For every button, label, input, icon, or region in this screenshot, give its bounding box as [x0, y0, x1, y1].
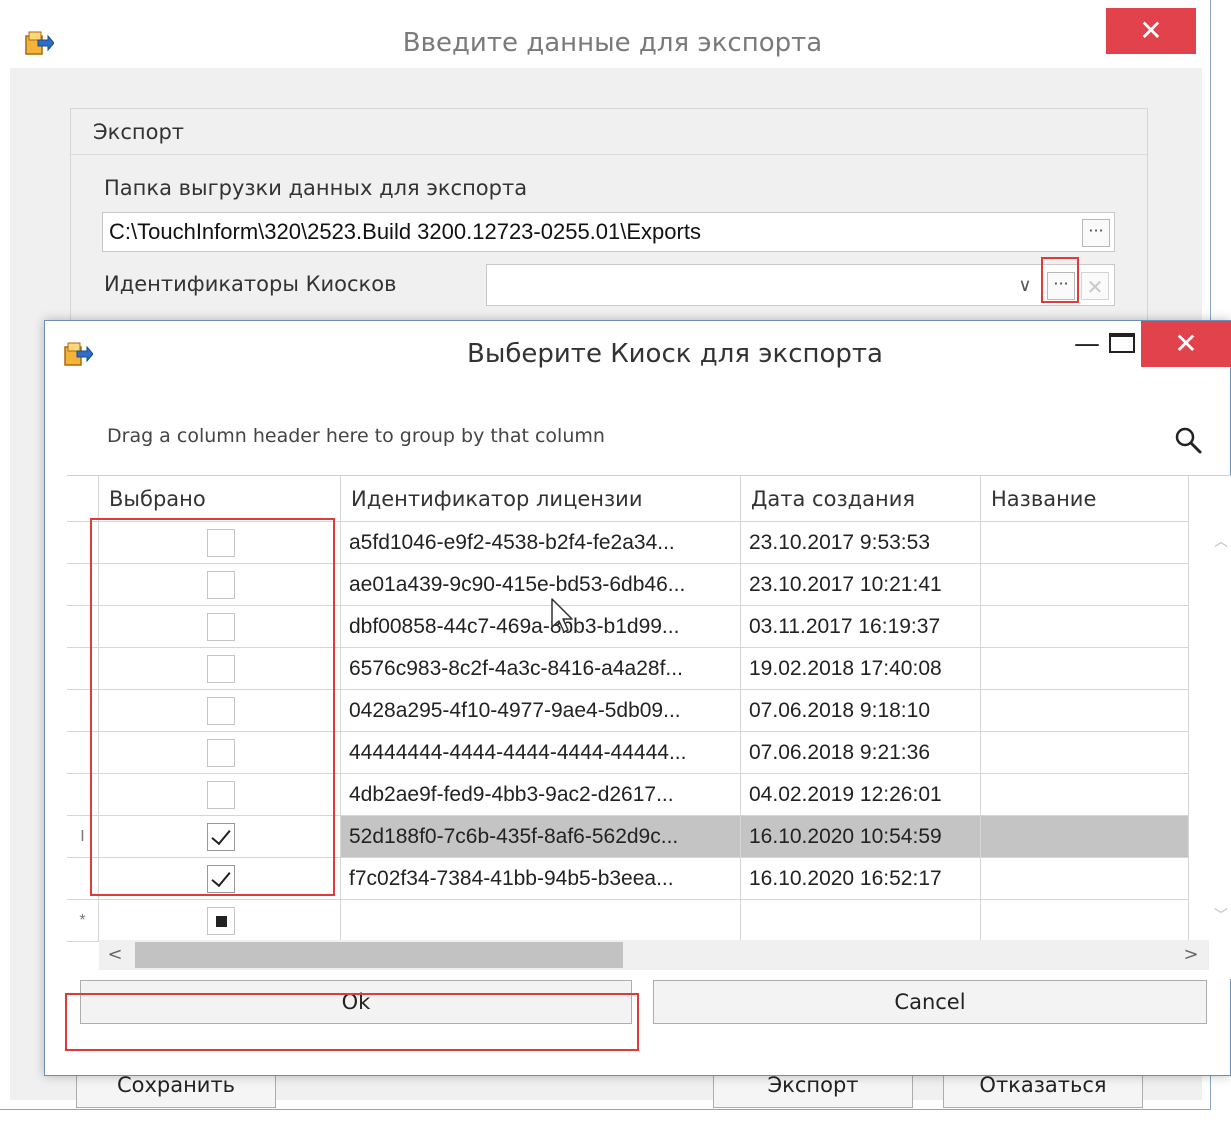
column-header-selected[interactable]: Выбрано	[99, 476, 341, 522]
name-cell[interactable]	[981, 816, 1189, 858]
name-cell[interactable]	[981, 774, 1189, 816]
license-id-cell[interactable]: a5fd1046-e9f2-4538-b2f4-fe2a34...	[341, 522, 741, 564]
name-cell[interactable]	[981, 606, 1189, 648]
license-id-cell[interactable]: 4db2ae9f-fed9-4bb3-9ac2-d2617...	[341, 774, 741, 816]
export-folder-label: Папка выгрузки данных для экспорта	[104, 176, 528, 200]
column-header-license-id[interactable]: Идентификатор лицензии	[341, 476, 741, 522]
scroll-right-icon[interactable]: >	[1179, 940, 1203, 970]
name-cell[interactable]	[981, 732, 1189, 774]
created-date-cell[interactable]: 07.06.2018 9:18:10	[741, 690, 981, 732]
scroll-up-icon[interactable]: ︿	[1211, 532, 1231, 552]
new-row[interactable]: *	[67, 900, 1231, 942]
chevron-down-icon[interactable]: ∨	[1013, 274, 1037, 298]
created-date-cell[interactable]	[741, 900, 981, 942]
export-folder-value: C:\TouchInform\320\2523.Build 3200.12723…	[109, 219, 701, 244]
mouse-cursor-icon	[551, 598, 573, 633]
created-date-cell[interactable]: 19.02.2018 17:40:08	[741, 648, 981, 690]
license-id-cell[interactable]: dbf00858-44c7-469a-8bb3-b1d99...	[341, 606, 741, 648]
license-id-cell[interactable]: 52d188f0-7c6b-435f-8af6-562d9c...	[341, 816, 741, 858]
row-indicator-header	[67, 476, 99, 522]
grid-header-row: Выбрано Идентификатор лицензии Дата созд…	[67, 476, 1231, 522]
created-date-cell[interactable]: 16.10.2020 16:52:17	[741, 858, 981, 900]
name-cell[interactable]	[981, 648, 1189, 690]
license-id-cell[interactable]: f7c02f34-7384-41bb-94b5-b3eea...	[341, 858, 741, 900]
created-date-cell[interactable]: 23.10.2017 10:21:41	[741, 564, 981, 606]
selected-cell[interactable]	[99, 900, 341, 942]
scroll-down-icon[interactable]: ﹀	[1211, 906, 1231, 926]
kiosk-ids-label: Идентификаторы Киосков	[104, 272, 397, 296]
dialog-close-button[interactable]: ✕	[1141, 321, 1231, 367]
column-header-name[interactable]: Название	[981, 476, 1189, 522]
parent-window-title: Введите данные для экспорта	[402, 28, 823, 58]
license-id-cell[interactable]: 44444444-4444-4444-4444-44444...	[341, 732, 741, 774]
search-icon[interactable]	[1173, 425, 1203, 455]
ok-button-highlight	[65, 993, 639, 1051]
kiosk-browse-highlight	[1041, 257, 1079, 303]
name-cell[interactable]	[981, 900, 1189, 942]
created-date-cell[interactable]: 23.10.2017 9:53:53	[741, 522, 981, 564]
license-id-cell[interactable]	[341, 900, 741, 942]
license-id-cell[interactable]: 6576c983-8c2f-4a3c-8416-a4a28f...	[341, 648, 741, 690]
scroll-left-icon[interactable]: <	[103, 940, 127, 970]
license-id-cell[interactable]: 0428a295-4f10-4977-9ae4-5db09...	[341, 690, 741, 732]
new-row-checkbox[interactable]	[207, 907, 235, 935]
license-id-cell[interactable]: ae01a439-9c90-415e-bd53-6db46...	[341, 564, 741, 606]
group-by-panel[interactable]: Drag a column header here to group by th…	[107, 425, 605, 447]
maximize-button[interactable]	[1109, 333, 1135, 353]
created-date-cell[interactable]: 16.10.2020 10:54:59	[741, 816, 981, 858]
horizontal-scrollbar[interactable]: < >	[99, 940, 1209, 970]
column-header-created[interactable]: Дата создания	[741, 476, 981, 522]
name-cell[interactable]	[981, 690, 1189, 732]
minimize-button[interactable]: —	[1067, 329, 1107, 365]
cancel-button[interactable]: Cancel	[653, 980, 1207, 1024]
horizontal-scroll-thumb[interactable]	[135, 942, 623, 968]
app-export-icon	[64, 342, 93, 366]
folder-browse-button[interactable]: ···	[1082, 219, 1110, 247]
export-folder-field[interactable]: C:\TouchInform\320\2523.Build 3200.12723…	[102, 212, 1115, 252]
dialog-title: Выберите Киоск для экспорта	[467, 339, 883, 369]
parent-close-button[interactable]: ✕	[1106, 8, 1196, 54]
name-cell[interactable]	[981, 564, 1189, 606]
created-date-cell[interactable]: 07.06.2018 9:21:36	[741, 732, 981, 774]
vertical-scrollbar[interactable]: ︿ ﹀	[1211, 522, 1231, 936]
kiosk-clear-button[interactable]: ✕	[1081, 272, 1109, 300]
name-cell[interactable]	[981, 858, 1189, 900]
created-date-cell[interactable]: 03.11.2017 16:19:37	[741, 606, 981, 648]
new-row-indicator: *	[67, 900, 99, 942]
name-cell[interactable]	[981, 522, 1189, 564]
selected-column-highlight	[90, 518, 335, 896]
export-group-title: Экспорт	[71, 109, 1147, 155]
created-date-cell[interactable]: 04.02.2019 12:26:01	[741, 774, 981, 816]
